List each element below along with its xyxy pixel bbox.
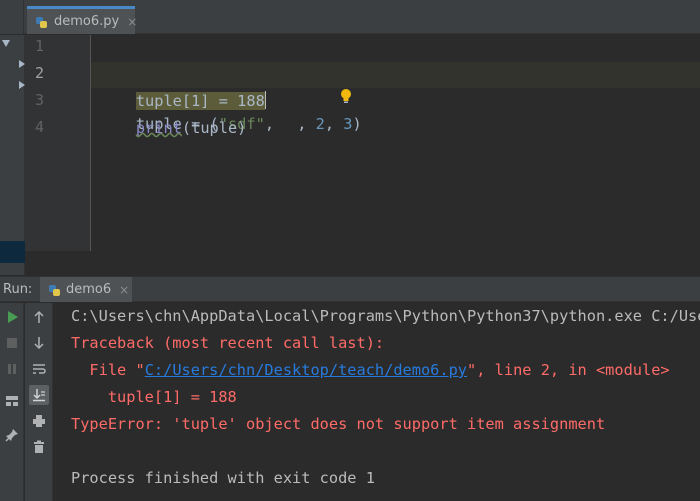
console-error-message: TypeError: 'tuple' object does not suppo…	[71, 415, 606, 433]
console-file-link[interactable]: C:/Users/chn/Desktop/teach/demo6.py	[145, 361, 467, 379]
console-traceback-code: tuple[1] = 188	[71, 388, 237, 406]
python-run-icon	[48, 283, 62, 297]
line-number: 3	[34, 91, 44, 109]
run-console-output[interactable]: C:\Users\chn\AppData\Local\Programs\Pyth…	[54, 303, 700, 501]
code-line-1[interactable]: tuple = ("sdf", , 2, 3)	[99, 35, 362, 133]
scroll-down-icon[interactable]	[29, 333, 49, 353]
fold-arrow-icons[interactable]	[0, 35, 25, 275]
line-number: 2	[34, 64, 44, 82]
print-icon[interactable]	[29, 411, 49, 431]
code-token: ,	[324, 115, 344, 133]
editor-tab-bar: demo6.py ×	[0, 0, 700, 34]
run-tab-close-icon[interactable]: ×	[119, 283, 129, 297]
rerun-icon[interactable]	[2, 307, 22, 327]
console-traceback-file-line: File "C:/Users/chn/Desktop/teach/demo6.p…	[71, 357, 670, 384]
run-tool-window-header: Run: demo6 ×	[0, 276, 700, 302]
run-tab-demo6[interactable]: demo6 ×	[40, 277, 132, 302]
run-toolbar-secondary	[25, 303, 53, 501]
console-file-prefix: File "	[71, 361, 145, 379]
console-file-suffix: ", line 2, in <module>	[467, 361, 670, 379]
pin-icon[interactable]	[2, 425, 22, 445]
editor-tab-close-icon[interactable]: ×	[127, 15, 137, 29]
console-traceback-header: Traceback (most recent call last):	[71, 334, 385, 352]
code-token: ,	[264, 115, 284, 133]
structure-strip	[0, 35, 25, 275]
project-strip	[0, 0, 24, 34]
run-toolbar-primary	[0, 303, 24, 501]
restore-layout-icon[interactable]	[2, 391, 22, 411]
code-line-3[interactable]: print(tuple)	[99, 89, 247, 137]
run-tab-label: demo6	[66, 282, 112, 297]
code-editor[interactable]: 1 2 3 4 tuple = ("sdf", , 2, 3) tuple[1]…	[0, 35, 700, 275]
pause-icon[interactable]	[2, 359, 22, 379]
console-command-line: C:\Users\chn\AppData\Local\Programs\Pyth…	[71, 307, 700, 325]
code-token: (tuple)	[181, 119, 247, 137]
run-label: Run:	[3, 282, 33, 297]
structure-active-marker	[0, 241, 25, 263]
intention-bulb-icon[interactable]	[283, 61, 351, 103]
scroll-to-end-icon[interactable]	[29, 385, 49, 405]
line-number: 4	[34, 118, 44, 136]
clear-all-icon[interactable]	[29, 437, 49, 457]
scroll-up-icon[interactable]	[29, 307, 49, 327]
console-exit-message: Process finished with exit code 1	[71, 469, 375, 487]
line-number: 1	[34, 37, 44, 55]
stop-icon[interactable]	[2, 333, 22, 353]
soft-wrap-icon[interactable]	[29, 359, 49, 379]
editor-tab-label: demo6.py	[54, 14, 120, 29]
code-token: print	[135, 119, 182, 137]
text-caret	[264, 91, 266, 109]
editor-tab-demo6[interactable]: demo6.py ×	[27, 6, 137, 34]
python-file-icon	[35, 15, 49, 29]
code-line-2[interactable]: tuple[1] = 188	[99, 62, 266, 110]
code-token: 3	[343, 115, 353, 133]
code-token: )	[352, 115, 362, 133]
